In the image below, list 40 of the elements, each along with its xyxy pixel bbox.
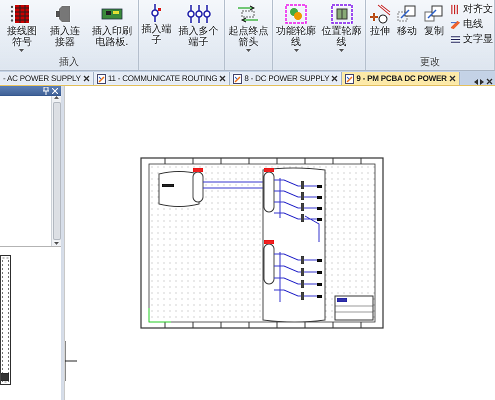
document-tab[interactable]: - AC POWER SUPPLY	[0, 72, 94, 85]
pin-icon[interactable]	[43, 87, 49, 95]
close-icon[interactable]	[331, 75, 338, 82]
ribbon-button[interactable]: 拉伸	[367, 2, 393, 55]
document-tab[interactable]: 11 - COMMUNICATE ROUTING	[94, 72, 230, 85]
terminal-row-icon	[186, 3, 211, 25]
close-icon[interactable]	[486, 78, 493, 85]
outline-icon	[284, 3, 308, 25]
arrows-icon	[236, 3, 260, 25]
close-icon[interactable]	[82, 75, 90, 82]
ribbon-small-button[interactable]: 电线	[450, 17, 493, 31]
ribbon-button[interactable]: 移动	[394, 2, 420, 55]
group-label: 插入	[58, 56, 79, 69]
ribbon-button[interactable]: 插入印刷电路板.	[86, 2, 137, 55]
crosshair-cursor-icon	[65, 340, 78, 382]
document-tab[interactable]: 8 - DC POWER SUPPLY	[230, 72, 342, 85]
group-label: 更改	[420, 56, 440, 69]
ribbon-button[interactable]: 位置轮廓线	[319, 2, 364, 69]
ribbon-button[interactable]: 复制	[421, 2, 447, 55]
close-icon[interactable]	[448, 75, 456, 82]
align-icon	[450, 4, 461, 14]
stretch-icon	[368, 3, 392, 25]
ribbon-button[interactable]: 接线图符号	[1, 2, 43, 55]
ribbon-small-button[interactable]: 文字显	[450, 32, 493, 46]
ribbon-button[interactable]: 功能轮廓线	[274, 2, 318, 69]
text-icon	[450, 34, 461, 44]
ribbon-button[interactable]: 插入多个端子	[174, 2, 224, 69]
ribbon-small-button[interactable]: 对齐文	[450, 2, 493, 16]
frame-outline-icon	[330, 3, 354, 25]
ribbon-button[interactable]: 插入端子	[140, 2, 174, 69]
close-icon[interactable]	[219, 75, 226, 82]
scroll-right-icon[interactable]	[480, 78, 484, 84]
terminal-icon	[151, 3, 162, 23]
scroll-left-icon[interactable]	[474, 78, 478, 84]
scrollbar[interactable]	[51, 96, 61, 246]
ribbon-button[interactable]: 插入连接器	[44, 2, 86, 55]
sheet-thumbnail[interactable]	[0, 255, 14, 385]
pencil-icon	[450, 18, 461, 30]
document-tab[interactable]: 9 - PM PCBA DC POWER	[342, 72, 460, 85]
ribbon-button[interactable]: 起点终点箭头	[226, 2, 271, 69]
